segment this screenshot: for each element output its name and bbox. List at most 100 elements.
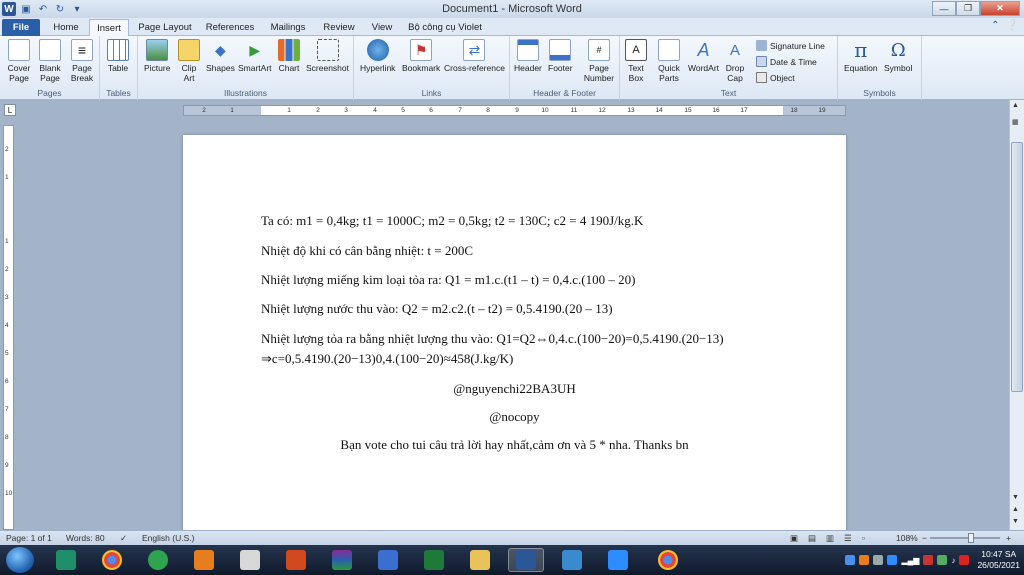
outline-icon[interactable]: ☰ [844, 533, 852, 544]
minimize-button[interactable]: — [932, 1, 956, 16]
document-line[interactable]: Nhiệt độ khi có cân bằng nhiệt: t = 200C [261, 243, 473, 259]
taskbar-app[interactable] [554, 548, 590, 572]
scroll-down-icon[interactable]: ▼ [1012, 494, 1019, 501]
tray-app-icon[interactable] [887, 555, 898, 565]
word-count[interactable]: Words: 80 [66, 533, 105, 543]
zoom-slider[interactable] [930, 537, 1000, 539]
tab-view[interactable]: View [366, 19, 398, 36]
cover-page-button[interactable]: Cover Page [4, 39, 34, 83]
tray-app-icon[interactable] [959, 555, 970, 565]
chart-button[interactable]: Chart [278, 39, 300, 73]
hyperlink-button[interactable]: Hyperlink [360, 39, 395, 73]
date-time-button[interactable]: Date & Time [756, 56, 817, 67]
zoom-slider-thumb[interactable] [968, 533, 974, 543]
tray-app-icon[interactable] [923, 555, 934, 565]
vertical-ruler[interactable]: 2 1 1 2 3 4 5 6 7 8 9 10 [3, 125, 14, 530]
tab-file[interactable]: File [2, 19, 40, 36]
customize-qat-icon[interactable]: ▾ [70, 2, 84, 16]
clock[interactable]: 10:47 SA 26/05/2021 [977, 549, 1020, 571]
prev-page-icon[interactable]: ▲ [1012, 506, 1019, 513]
taskbar-chrome[interactable] [650, 548, 686, 572]
proofing-icon[interactable]: ✓ [120, 533, 127, 544]
tab-insert[interactable]: Insert [89, 19, 129, 36]
collapse-ribbon-icon[interactable]: ⌃ [991, 20, 999, 31]
text-box-button[interactable]: A Text Box [624, 39, 648, 83]
taskbar-app[interactable] [48, 548, 84, 572]
help-icon[interactable]: ❔ [1006, 20, 1018, 31]
language[interactable]: English (U.S.) [142, 533, 194, 543]
volume-icon[interactable]: ♪ [951, 556, 955, 565]
tab-references[interactable]: References [202, 19, 258, 36]
taskbar-explorer[interactable] [462, 548, 498, 572]
document-line[interactable]: Nhiệt lượng tỏa ra bằng nhiệt lượng thu … [261, 331, 724, 347]
taskbar-excel[interactable] [416, 548, 452, 572]
undo-icon[interactable]: ↶ [36, 2, 50, 16]
zoom-out-icon[interactable]: − [922, 533, 927, 543]
picture-button[interactable]: Picture [144, 39, 170, 73]
taskbar-powerpoint[interactable] [278, 548, 314, 572]
scroll-up-icon[interactable]: ▲ [1012, 102, 1019, 109]
taskbar-chrome[interactable] [94, 548, 130, 572]
document-line[interactable]: ⇒c=0,5.4190.(20−13)0,4.(100−20)≈458(J.kg… [261, 351, 513, 367]
restore-button[interactable]: ❐ [956, 1, 980, 16]
word-logo-icon[interactable]: W [2, 2, 16, 16]
footer-button[interactable]: Footer [548, 39, 573, 73]
drop-cap-button[interactable]: A Drop Cap [724, 39, 746, 84]
tab-page-layout[interactable]: Page Layout [136, 19, 194, 36]
cross-reference-button[interactable]: ⇄ Cross-reference [444, 39, 505, 73]
tray-app-icon[interactable] [873, 555, 884, 565]
wordart-button[interactable]: A WordArt [688, 39, 719, 74]
taskbar-winrar[interactable] [324, 548, 360, 572]
next-page-icon[interactable]: ▼ [1012, 518, 1019, 525]
ruler-toggle-icon[interactable]: ▦ [1012, 118, 1019, 126]
web-layout-icon[interactable]: ▥ [826, 533, 834, 544]
vertical-scrollbar[interactable]: ▲ ▦ ▼ ▲ ▼ [1009, 100, 1024, 530]
tab-mailings[interactable]: Mailings [266, 19, 310, 36]
document-line[interactable]: Nhiệt lượng nước thu vào: Q2 = m2.c2.(t … [261, 301, 613, 317]
document-line[interactable]: @nocopy [183, 409, 846, 425]
page-count[interactable]: Page: 1 of 1 [6, 533, 52, 543]
taskbar-word[interactable] [508, 548, 544, 572]
signal-icon[interactable]: ▂▄▆ [901, 556, 919, 565]
tab-review[interactable]: Review [320, 19, 358, 36]
clip-art-button[interactable]: Clip Art [178, 39, 200, 83]
tab-violet[interactable]: Bộ công cụ Violet [406, 19, 484, 36]
draft-icon[interactable]: ▫ [862, 533, 865, 543]
close-button[interactable]: ✕ [980, 1, 1020, 16]
taskbar-app[interactable] [140, 548, 176, 572]
document-line[interactable]: Bạn vote cho tui câu trả lời hay nhất,cả… [183, 437, 846, 453]
tray-app-icon[interactable] [845, 555, 856, 565]
scroll-thumb[interactable] [1011, 142, 1023, 392]
quick-parts-button[interactable]: Quick Parts [656, 39, 682, 83]
signature-line-button[interactable]: Signature Line [756, 40, 825, 51]
taskbar-app[interactable] [370, 548, 406, 572]
document-page[interactable]: Ta có: m1 = 0,4kg; t1 = 1000C; m2 = 0,5k… [183, 135, 846, 535]
horizontal-ruler[interactable]: 2 1 1 2 3 4 5 6 7 8 9 10 11 12 13 14 15 … [183, 105, 846, 116]
tab-selector-icon[interactable]: L [4, 104, 16, 116]
tray-app-icon[interactable] [859, 555, 870, 565]
tray-app-icon[interactable] [937, 555, 948, 565]
taskbar-zoom[interactable] [600, 548, 636, 572]
taskbar-app[interactable] [186, 548, 222, 572]
start-button[interactable] [6, 547, 34, 573]
print-layout-icon[interactable]: ▣ [790, 533, 798, 544]
document-line[interactable]: Ta có: m1 = 0,4kg; t1 = 1000C; m2 = 0,5k… [261, 213, 643, 229]
document-line[interactable]: @nguyenchi22BA3UH [183, 381, 846, 397]
document-line[interactable]: Nhiệt lượng miếng kim loại tỏa ra: Q1 = … [261, 272, 635, 288]
smartart-button[interactable]: ▶ SmartArt [238, 39, 272, 74]
object-button[interactable]: Object [756, 72, 795, 83]
screenshot-button[interactable]: Screenshot [306, 39, 349, 73]
save-icon[interactable]: ▣ [19, 2, 33, 16]
symbol-button[interactable]: Ω Symbol [884, 39, 912, 74]
equation-button[interactable]: π Equation [844, 38, 878, 73]
zoom-level[interactable]: 108% [896, 533, 918, 543]
taskbar-app[interactable] [232, 548, 268, 572]
zoom-in-icon[interactable]: + [1006, 533, 1011, 543]
page-break-button[interactable]: ≡ Page Break [68, 39, 96, 83]
full-screen-icon[interactable]: ▤ [808, 533, 816, 544]
tab-home[interactable]: Home [46, 19, 86, 36]
table-button[interactable]: Table [107, 39, 129, 73]
page-number-button[interactable]: # Page Number [582, 39, 616, 83]
header-button[interactable]: Header [514, 39, 542, 73]
shapes-button[interactable]: ◆ Shapes [206, 39, 235, 74]
